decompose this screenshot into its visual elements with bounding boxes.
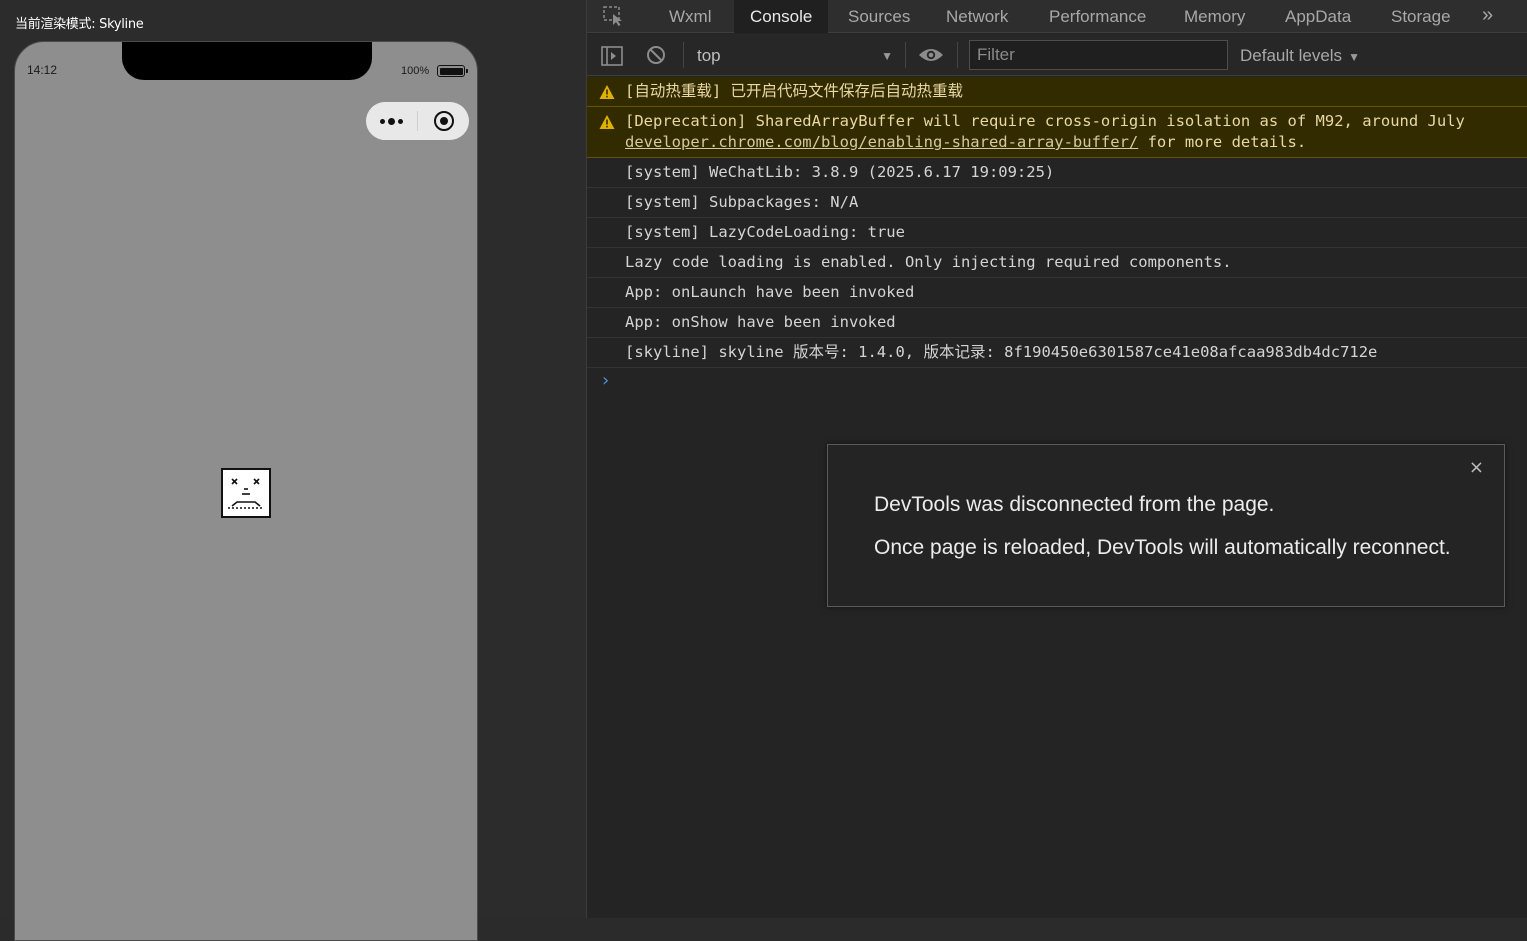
chevron-down-icon: ▼	[881, 49, 893, 63]
context-value: top	[697, 46, 721, 65]
log-levels-label: Default levels	[1240, 46, 1343, 65]
render-mode-label: 当前渲染模式: Skyline	[15, 17, 144, 32]
filter-input[interactable]	[969, 40, 1228, 70]
prompt-chevron-icon: ›	[602, 370, 610, 391]
tab-appdata[interactable]: AppData	[1269, 0, 1367, 33]
log-levels-dropdown[interactable]: Default levels ▼	[1240, 43, 1360, 70]
tab-wxml[interactable]: Wxml	[653, 0, 727, 33]
console-messages: [自动热重载] 已开启代码文件保存后自动热重载 [Deprecation] Sha…	[587, 77, 1527, 398]
execution-context-select[interactable]: top ▼	[697, 43, 893, 69]
sad-face-broken-page-icon	[221, 468, 271, 518]
devtools-panel: Wxml Console Sources Network Performance Memo…	[586, 0, 1527, 918]
console-message-text: [system] Subpackages: N/A	[625, 193, 859, 211]
console-message-text: App: onShow have been invoked	[625, 313, 896, 331]
battery-icon	[437, 65, 468, 77]
toolbar-separator	[957, 42, 958, 68]
element-select-icon[interactable]	[602, 5, 626, 27]
toolbar-separator	[905, 42, 906, 68]
console-message-suffix: for more details.	[1138, 133, 1307, 151]
dialog-message-line1: DevTools was disconnected from the page.	[874, 493, 1275, 516]
console-log-row: App: onShow have been invoked	[587, 308, 1527, 338]
console-message-text: [自动热重载] 已开启代码文件保存后自动热重载	[625, 82, 963, 100]
console-log-row: [skyline] skyline 版本号: 1.4.0, 版本记录: 8f19…	[587, 338, 1527, 368]
target-circle-icon[interactable]	[418, 102, 469, 140]
console-message-continuation: developer.chrome.com/blog/enabling-share…	[625, 132, 1520, 153]
console-log-row: Lazy code loading is enabled. Only injec…	[587, 248, 1527, 278]
console-message-text: [Deprecation] SharedArrayBuffer will req…	[625, 112, 1465, 130]
phone-frame: 14:12 100%	[14, 41, 478, 941]
close-icon[interactable]: ×	[1469, 457, 1484, 479]
console-log-row: [system] WeChatLib: 3.8.9 (2025.6.17 19:…	[587, 158, 1527, 188]
console-message-text: [system] LazyCodeLoading: true	[625, 223, 905, 241]
console-warning-row: [Deprecation] SharedArrayBuffer will req…	[587, 107, 1527, 158]
sidebar-toggle-icon[interactable]	[601, 46, 623, 71]
console-message-text: [system] WeChatLib: 3.8.9 (2025.6.17 19:…	[625, 163, 1055, 181]
tab-sources[interactable]: Sources	[832, 0, 926, 33]
disconnect-dialog: × DevTools was disconnected from the pag…	[827, 444, 1505, 607]
devtools-tabbar: Wxml Console Sources Network Performance Memo…	[587, 0, 1527, 33]
more-dots-icon[interactable]	[366, 102, 417, 140]
tab-network[interactable]: Network	[930, 0, 1024, 33]
tab-memory[interactable]: Memory	[1168, 0, 1261, 33]
console-message-link[interactable]: developer.chrome.com/blog/enabling-share…	[625, 133, 1138, 151]
warning-icon	[599, 115, 615, 129]
console-message-text: Lazy code loading is enabled. Only injec…	[625, 253, 1232, 271]
console-prompt[interactable]: ›	[587, 368, 1527, 398]
simulator-panel: 当前渲染模式: Skyline 14:12 100%	[0, 0, 586, 941]
eye-icon[interactable]	[918, 47, 944, 68]
dialog-message-line2: Once page is reloaded, DevTools will aut…	[874, 536, 1451, 559]
console-log-row: App: onLaunch have been invoked	[587, 278, 1527, 308]
console-log-row: [system] Subpackages: N/A	[587, 188, 1527, 218]
console-message-text: App: onLaunch have been invoked	[625, 283, 915, 301]
tab-performance[interactable]: Performance	[1033, 0, 1162, 33]
console-message-text: [skyline] skyline 版本号: 1.4.0, 版本记录: 8f19…	[625, 343, 1378, 361]
phone-notch	[122, 42, 372, 80]
clear-console-icon[interactable]	[646, 45, 666, 70]
warning-icon	[599, 85, 615, 99]
chevron-down-icon: ▼	[1348, 50, 1360, 64]
tab-console[interactable]: Console	[734, 0, 829, 33]
tab-storage[interactable]: Storage	[1375, 0, 1467, 33]
status-battery-percent: 100%	[401, 65, 430, 77]
console-toolbar: top ▼ Default levels ▼	[587, 34, 1527, 76]
more-tabs-button[interactable]: »	[1482, 0, 1493, 33]
toolbar-separator	[683, 42, 684, 68]
console-warning-row: [自动热重载] 已开启代码文件保存后自动热重载	[587, 77, 1527, 107]
mini-program-capsule	[366, 102, 469, 140]
status-time: 14:12	[27, 63, 58, 77]
console-log-row: [system] LazyCodeLoading: true	[587, 218, 1527, 248]
